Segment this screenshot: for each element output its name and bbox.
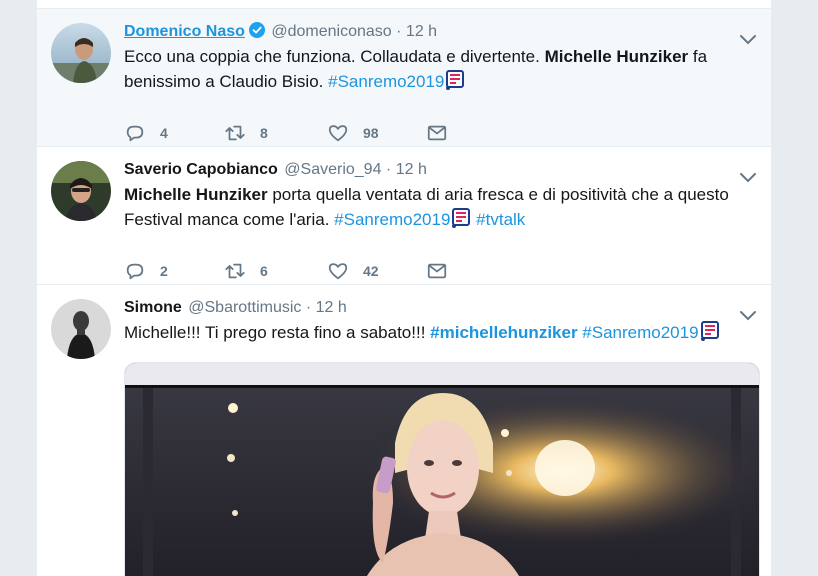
reply-icon <box>126 125 144 142</box>
mention-bold: Michelle Hunziker <box>544 47 689 66</box>
timeline-top-divider <box>37 0 771 9</box>
user-fullname[interactable]: Simone <box>124 299 182 316</box>
separator-dot: · <box>396 23 402 40</box>
tweet-text-segment: fa <box>692 47 708 66</box>
envelope-icon <box>427 263 447 279</box>
user-fullname[interactable]: Domenico Naso <box>124 23 245 40</box>
retweet-count: 6 <box>260 263 268 279</box>
reply-button[interactable]: 2 <box>124 259 168 283</box>
tweet-text: Michelle!!! Ti prego resta fino a sabato… <box>124 320 755 345</box>
like-count: 42 <box>363 263 379 279</box>
tweet-text: Ecco una coppia che funziona. Collaudata… <box>124 44 755 94</box>
avatar[interactable] <box>51 299 111 359</box>
reply-icon <box>126 263 144 280</box>
tweet-text-segment: benissimo a Claudio Bisio. <box>124 72 324 91</box>
direct-message-button[interactable] <box>426 121 448 145</box>
avatar[interactable] <box>51 161 111 221</box>
sanremo-hashflag-icon <box>451 208 471 228</box>
like-count: 98 <box>363 125 379 141</box>
tweet-timestamp[interactable]: 12 h <box>316 299 347 316</box>
tweet-text-segment: Festival manca come l'aria. <box>124 210 330 229</box>
verified-badge-icon <box>248 22 265 38</box>
chevron-down-icon[interactable] <box>739 33 757 47</box>
hashtag-link[interactable]: #Sanremo2019 <box>334 210 450 229</box>
tweet-header: Domenico Naso @domeniconaso · 12 h <box>124 21 755 43</box>
sanremo-hashflag-icon <box>445 70 465 90</box>
tweet-text-segment: Ecco una coppia che funziona. Collaudata… <box>124 47 540 66</box>
retweet-icon <box>225 263 245 279</box>
direct-message-button[interactable] <box>426 259 448 283</box>
retweet-count: 8 <box>260 125 268 141</box>
tweet-timestamp[interactable]: 12 h <box>406 23 437 40</box>
reply-count: 4 <box>160 125 168 141</box>
tweet-timestamp[interactable]: 12 h <box>396 161 427 178</box>
user-screen-name[interactable]: @domeniconaso <box>271 23 391 40</box>
retweet-button[interactable]: 8 <box>224 121 268 145</box>
mention-bold: Michelle Hunziker <box>124 185 268 204</box>
user-fullname[interactable]: Saverio Capobianco <box>124 161 278 178</box>
envelope-icon <box>427 125 447 141</box>
tweet-text-segment: Michelle!!! Ti prego resta fino a sabato… <box>124 323 426 342</box>
tweet-actions: 4 8 98 <box>124 121 484 145</box>
separator-dot: · <box>385 161 392 178</box>
retweet-icon <box>225 125 245 141</box>
tweet-text: Michelle Hunziker porta quella ventata d… <box>124 182 755 232</box>
user-screen-name[interactable]: @Saverio_94 <box>284 161 381 178</box>
timeline: Domenico Naso @domeniconaso · 12 h Ecco … <box>36 0 772 576</box>
hashtag-link[interactable]: #Sanremo2019 <box>582 323 698 342</box>
reply-button[interactable]: 4 <box>124 121 168 145</box>
tweet-actions: 2 6 42 <box>124 259 484 283</box>
hashtag-link[interactable]: #michellehunziker <box>430 323 577 342</box>
separator-dot: · <box>305 299 312 316</box>
tweet-saverio[interactable]: Saverio Capobianco @Saverio_94 · 12 h Mi… <box>37 147 771 285</box>
like-button[interactable]: 42 <box>327 259 379 283</box>
retweet-button[interactable]: 6 <box>224 259 268 283</box>
hashtag-link[interactable]: #tvtalk <box>476 210 525 229</box>
tweet-header: Saverio Capobianco @Saverio_94 · 12 h <box>124 159 755 181</box>
avatar[interactable] <box>51 23 111 83</box>
tweet-photo[interactable] <box>124 362 760 576</box>
hashtag-link[interactable]: #Sanremo2019 <box>328 72 444 91</box>
chevron-down-icon[interactable] <box>739 309 757 323</box>
tweet-text-segment: porta quella ventata di aria fresca e di… <box>272 185 729 204</box>
tweet-domeniconaso[interactable]: Domenico Naso @domeniconaso · 12 h Ecco … <box>37 9 771 147</box>
reply-count: 2 <box>160 263 168 279</box>
user-screen-name[interactable]: @Sbarottimusic <box>188 299 301 316</box>
tweet-simone[interactable]: Simone @Sbarottimusic · 12 h Michelle!!!… <box>37 285 771 576</box>
chevron-down-icon[interactable] <box>739 171 757 185</box>
tweet-header: Simone @Sbarottimusic · 12 h <box>124 297 755 319</box>
like-button[interactable]: 98 <box>327 121 379 145</box>
heart-icon <box>328 125 348 142</box>
sanremo-hashflag-icon <box>700 321 720 341</box>
heart-icon <box>328 263 348 280</box>
